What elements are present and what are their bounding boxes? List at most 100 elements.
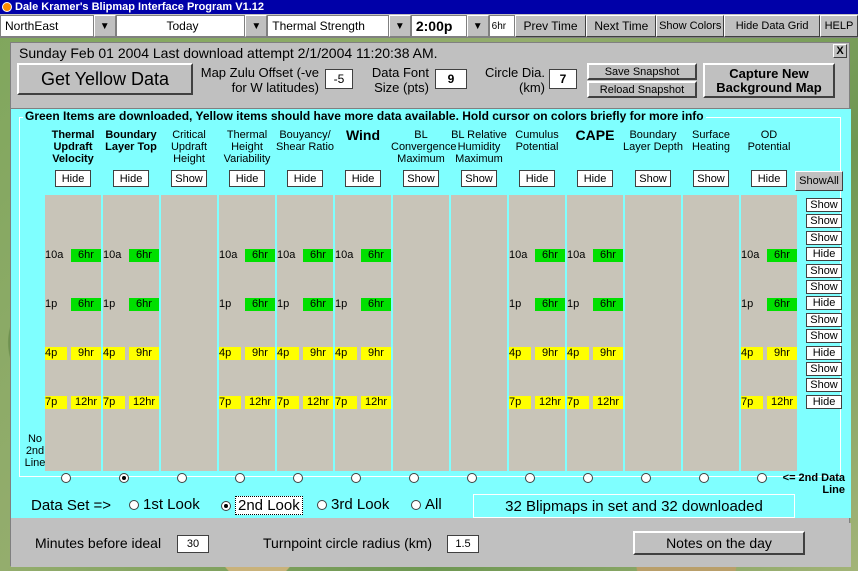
cell-time[interactable]: 1p	[45, 298, 67, 311]
row-toggle-button[interactable]: Hide	[806, 394, 842, 409]
column-toggle-button[interactable]: Hide	[55, 170, 91, 187]
column-toggle-button[interactable]: Hide	[519, 170, 555, 187]
cell-age[interactable]: 6hr	[129, 249, 159, 262]
cell-time[interactable]: 7p	[567, 396, 589, 409]
cell-age[interactable]: 12hr	[245, 396, 275, 409]
cell-time[interactable]: 1p	[219, 298, 241, 311]
save-snapshot-button[interactable]: Save Snapshot	[587, 63, 697, 80]
cell-age[interactable]: 9hr	[767, 347, 797, 360]
dataset-radio[interactable]	[129, 499, 139, 510]
parameter-dropdown-icon[interactable]: ▼	[388, 15, 411, 37]
cell-time[interactable]: 10a	[277, 249, 299, 262]
row-toggle-button[interactable]: Hide	[806, 247, 842, 262]
region-dropdown-icon[interactable]: ▼	[93, 15, 116, 37]
dataset-option[interactable]: All	[411, 496, 442, 513]
second-line-radio[interactable]	[583, 473, 593, 483]
close-icon[interactable]: X	[833, 44, 847, 58]
cell-time[interactable]: 10a	[219, 249, 241, 262]
dataset-radio[interactable]	[317, 499, 327, 510]
circle-dia-input[interactable]: 7	[549, 69, 577, 89]
cell-age[interactable]: 6hr	[71, 249, 101, 262]
cell-age[interactable]: 9hr	[303, 347, 333, 360]
cell-time[interactable]: 1p	[567, 298, 589, 311]
cell-age[interactable]: 6hr	[129, 298, 159, 311]
day-dropdown-icon[interactable]: ▼	[245, 15, 268, 37]
cell-age[interactable]: 9hr	[245, 347, 275, 360]
row-toggle-button[interactable]: Show	[806, 312, 842, 327]
row-toggle-button[interactable]: Show	[806, 378, 842, 393]
row-toggle-button[interactable]: Show	[806, 362, 842, 376]
second-line-radio[interactable]	[177, 473, 187, 483]
cell-time[interactable]: 10a	[45, 249, 67, 262]
second-line-radio[interactable]	[235, 473, 245, 483]
row-toggle-button[interactable]: Show	[806, 329, 842, 344]
show-all-button[interactable]: ShowAll	[795, 171, 843, 191]
cell-age[interactable]: 6hr	[361, 298, 391, 311]
cell-age[interactable]: 6hr	[303, 298, 333, 311]
zulu-offset-input[interactable]: -5	[325, 69, 353, 89]
column-toggle-button[interactable]: Hide	[577, 170, 613, 187]
cell-time[interactable]: 7p	[509, 396, 531, 409]
column-toggle-button[interactable]: Show	[403, 170, 439, 187]
region-select[interactable]: NorthEast	[0, 15, 94, 37]
cell-age[interactable]: 6hr	[245, 249, 275, 262]
cell-age[interactable]: 9hr	[129, 347, 159, 360]
cell-age[interactable]: 6hr	[767, 249, 797, 262]
second-line-radio[interactable]	[525, 473, 535, 483]
column-toggle-button[interactable]: Hide	[229, 170, 265, 187]
cell-time[interactable]: 7p	[277, 396, 299, 409]
row-toggle-button[interactable]: Show	[806, 263, 842, 278]
cell-time[interactable]: 7p	[741, 396, 763, 409]
dataset-radio[interactable]	[221, 500, 231, 511]
parameter-select[interactable]: Thermal Strength	[267, 15, 389, 37]
dataset-radio[interactable]	[411, 499, 421, 510]
row-toggle-button[interactable]: Show	[806, 230, 842, 245]
cell-time[interactable]: 4p	[741, 347, 763, 360]
cell-time[interactable]: 1p	[277, 298, 299, 311]
cell-age[interactable]: 9hr	[535, 347, 565, 360]
dataset-option[interactable]: 2nd Look	[221, 496, 303, 515]
cell-time[interactable]: 4p	[335, 347, 357, 360]
second-line-radio[interactable]	[61, 473, 71, 483]
row-toggle-button[interactable]: Hide	[806, 345, 842, 360]
reload-snapshot-button[interactable]: Reload Snapshot	[587, 81, 697, 98]
cell-time[interactable]: 1p	[103, 298, 125, 311]
cell-time[interactable]: 1p	[509, 298, 531, 311]
time-select[interactable]: 2:00p	[410, 15, 467, 37]
dataset-option[interactable]: 3rd Look	[317, 496, 389, 513]
cell-age[interactable]: 12hr	[129, 396, 159, 409]
cell-age[interactable]: 6hr	[361, 249, 391, 262]
get-yellow-data-button[interactable]: Get Yellow Data	[17, 63, 193, 95]
cell-time[interactable]: 4p	[277, 347, 299, 360]
cell-age[interactable]: 6hr	[535, 249, 565, 262]
cell-time[interactable]: 10a	[567, 249, 589, 262]
second-line-radio[interactable]	[467, 473, 477, 483]
row-toggle-button[interactable]: Show	[806, 214, 842, 229]
column-toggle-button[interactable]: Show	[171, 170, 207, 187]
column-toggle-button[interactable]: Hide	[751, 170, 787, 187]
cell-time[interactable]: 4p	[567, 347, 589, 360]
turnpoint-radius-input[interactable]: 1.5	[447, 535, 479, 553]
show-colors-button[interactable]: Show Colors	[656, 15, 725, 37]
cell-age[interactable]: 6hr	[535, 298, 565, 311]
font-size-input[interactable]: 9	[435, 69, 467, 89]
cell-time[interactable]: 10a	[103, 249, 125, 262]
second-line-radio[interactable]	[757, 473, 767, 483]
cell-age[interactable]: 12hr	[303, 396, 333, 409]
column-toggle-button[interactable]: Show	[635, 170, 671, 187]
day-select[interactable]: Today	[115, 15, 246, 37]
cell-time[interactable]: 4p	[219, 347, 241, 360]
column-toggle-button[interactable]: Show	[693, 170, 729, 187]
second-line-radio[interactable]	[641, 473, 651, 483]
cell-time[interactable]: 7p	[219, 396, 241, 409]
cell-age[interactable]: 12hr	[361, 396, 391, 409]
cell-time[interactable]: 7p	[103, 396, 125, 409]
help-button[interactable]: HELP	[819, 15, 858, 37]
cell-age[interactable]: 12hr	[593, 396, 623, 409]
minutes-before-ideal-input[interactable]: 30	[177, 535, 209, 553]
second-line-radio[interactable]	[119, 473, 129, 483]
cell-time[interactable]: 7p	[45, 396, 67, 409]
cell-time[interactable]: 10a	[335, 249, 357, 262]
cell-time[interactable]: 4p	[509, 347, 531, 360]
second-line-radio[interactable]	[409, 473, 419, 483]
